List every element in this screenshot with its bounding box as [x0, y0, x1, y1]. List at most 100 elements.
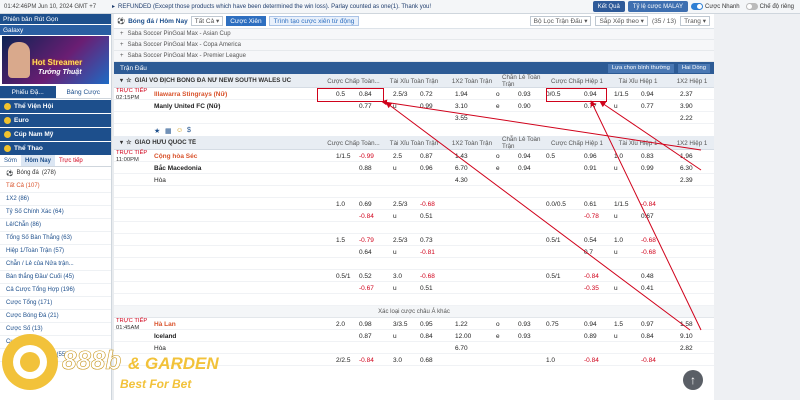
market-select[interactable]: Tất Cả ▾: [190, 16, 224, 26]
odds-value[interactable]: e: [496, 162, 500, 174]
league-header[interactable]: ▾ ☆ GIAO HỮU QUỐC TẾ Cược Chấp Toàn... Tài X…: [114, 136, 714, 150]
expand-icon[interactable]: +: [120, 31, 124, 37]
odds-value[interactable]: 0.67: [641, 210, 654, 222]
odds-value[interactable]: o: [496, 150, 500, 162]
odds-value[interactable]: 6.70: [455, 342, 468, 354]
odds-value[interactable]: u: [393, 210, 397, 222]
odds-value[interactable]: 1/1.5: [614, 198, 628, 210]
page-select[interactable]: Trang ▾: [680, 16, 710, 26]
section-sports-meet[interactable]: Thể Viện Hội: [0, 100, 111, 113]
odds-value[interactable]: 2.5: [393, 150, 402, 162]
league-header[interactable]: ▾ ☆ GIẢI VÔ ĐỊCH BÓNG ĐÁ NỮ NEW SOUTH WALE…: [114, 74, 714, 88]
expand-icon[interactable]: +: [120, 42, 124, 48]
stats-icon[interactable]: ▦: [165, 127, 172, 135]
selection-mode-button[interactable]: Lựa chọn bình thường: [607, 63, 674, 73]
odds-value[interactable]: 1.5: [614, 318, 623, 330]
odds-value[interactable]: 3.0: [393, 354, 402, 366]
odds-value[interactable]: -0.99: [359, 150, 374, 162]
odds-value[interactable]: u: [614, 210, 618, 222]
expand-icon[interactable]: +: [120, 53, 124, 59]
league-filter[interactable]: Bộ Lọc Trận Đấu ▾: [529, 16, 592, 26]
collapsed-league[interactable]: + Saba Soccer PinGoal Max - Premier Leagu…: [114, 51, 714, 62]
odds-value[interactable]: 6.70: [455, 162, 468, 174]
odds-value[interactable]: -0.84: [359, 210, 374, 222]
odds-value[interactable]: 0.90: [518, 100, 531, 112]
odds-value[interactable]: 1.43: [455, 150, 468, 162]
odds-value[interactable]: 0.61: [584, 198, 597, 210]
odds-value[interactable]: o: [496, 88, 500, 100]
odds-value[interactable]: -0.79: [359, 234, 374, 246]
odds-value[interactable]: 0.7: [584, 246, 593, 258]
odds-value[interactable]: 0.94: [584, 318, 597, 330]
collapsed-league[interactable]: + Saba Soccer PinGoal Max - Asian Cup: [114, 29, 714, 40]
odds-value[interactable]: 0.73: [420, 234, 433, 246]
collapse-icon[interactable]: ▾: [120, 139, 123, 146]
odds-value[interactable]: -0.84: [641, 198, 656, 210]
odds-value[interactable]: u: [614, 282, 618, 294]
odds-value[interactable]: 0.89: [584, 330, 597, 342]
menu-item[interactable]: Cược Bóng Đá (21): [0, 310, 111, 323]
odds-value[interactable]: 2.5/3: [393, 198, 407, 210]
odds-value[interactable]: 1.0: [614, 234, 623, 246]
odds-value[interactable]: 0.5/1: [546, 234, 560, 246]
odds-value[interactable]: u: [393, 282, 397, 294]
quick-bet-toggle[interactable]: Cược Nhanh: [691, 3, 740, 10]
odds-value[interactable]: 2.5/3: [393, 88, 407, 100]
league-title[interactable]: ▾ ☆ GIẢI VÔ ĐỊCH BÓNG ĐÁ NỮ NEW SOUTH WALE…: [114, 77, 324, 84]
odds-value[interactable]: 0.87: [359, 330, 372, 342]
odds-value[interactable]: 0.5: [546, 150, 555, 162]
streamer-banner[interactable]: Hot Streamer Tướng Thuật: [2, 36, 109, 84]
emoji-icon[interactable]: ☺: [176, 127, 183, 134]
odds-value[interactable]: 12.00: [455, 330, 471, 342]
odds-value[interactable]: 0.5/1: [336, 270, 350, 282]
odds-value[interactable]: 0.68: [420, 354, 433, 366]
auto-parlay-button[interactable]: Trình tạo cược xiên từ động: [268, 16, 360, 26]
section-sports[interactable]: Thể Thao: [0, 142, 111, 155]
odds-value[interactable]: 0.72: [420, 88, 433, 100]
odds-value[interactable]: -0.84: [359, 354, 374, 366]
tab-live[interactable]: Trực tiếp: [55, 155, 87, 166]
odds-value[interactable]: 0.91: [584, 162, 597, 174]
odds-value[interactable]: 1.96: [680, 150, 693, 162]
menu-item[interactable]: Tỷ Số Chính Xác (64): [0, 206, 111, 219]
odds-value[interactable]: u: [614, 162, 618, 174]
odds-value[interactable]: 1/1.5: [614, 88, 628, 100]
odds-value[interactable]: u: [614, 246, 618, 258]
odds-value[interactable]: 1.94: [455, 88, 468, 100]
menu-item[interactable]: Cược (12): [0, 336, 111, 349]
odds-value[interactable]: u: [614, 330, 618, 342]
odds-value[interactable]: -0.68: [641, 246, 656, 258]
menu-item[interactable]: Hiệp 1/Toàn Trận (57): [0, 245, 111, 258]
odds-value[interactable]: 3.55: [455, 112, 468, 124]
collapsed-league[interactable]: + Saba Soccer PinGoal Max - Copa America: [114, 40, 714, 51]
sort-select[interactable]: Sắp Xếp theo ▾: [595, 16, 648, 26]
parlay-button[interactable]: Cược Xiên: [226, 16, 266, 26]
odds-value[interactable]: 0.64: [359, 246, 372, 258]
menu-item[interactable]: Chẵn / Lẻ của Nửa trận...: [0, 258, 111, 271]
currency-icon[interactable]: $: [187, 127, 194, 134]
odds-value[interactable]: 0.94: [641, 88, 654, 100]
sport-soccer[interactable]: ⚽ Bóng đá (278): [0, 167, 111, 180]
odds-value[interactable]: 0.83: [641, 150, 654, 162]
odds-value[interactable]: 2.39: [680, 174, 693, 186]
odds-value[interactable]: -0.81: [420, 246, 435, 258]
odds-value[interactable]: 0.75: [546, 318, 559, 330]
odds-value[interactable]: -0.68: [641, 234, 656, 246]
odds-value[interactable]: u: [393, 100, 397, 112]
odds-value[interactable]: u: [393, 330, 397, 342]
odds-value[interactable]: 0.51: [420, 210, 433, 222]
odds-value[interactable]: 4.30: [455, 174, 468, 186]
odds-value[interactable]: 0.93: [518, 330, 531, 342]
odds-value[interactable]: 1.5: [336, 234, 345, 246]
odds-value[interactable]: 9.10: [680, 330, 693, 342]
odds-value[interactable]: 0.96: [584, 150, 597, 162]
odds-value[interactable]: e: [496, 100, 500, 112]
odds-value[interactable]: 0.93: [518, 88, 531, 100]
odds-value[interactable]: -0.35: [584, 282, 599, 294]
more-asian-markets-link[interactable]: Xác loại cược châu Á khác: [114, 306, 714, 318]
odds-value[interactable]: 0.88: [359, 162, 372, 174]
tab-today[interactable]: Hôm Nay: [20, 155, 55, 166]
galaxy-link[interactable]: Galaxy: [0, 25, 111, 35]
star-icon[interactable]: ☆: [126, 77, 132, 84]
scroll-top-button[interactable]: ↑: [683, 370, 703, 390]
